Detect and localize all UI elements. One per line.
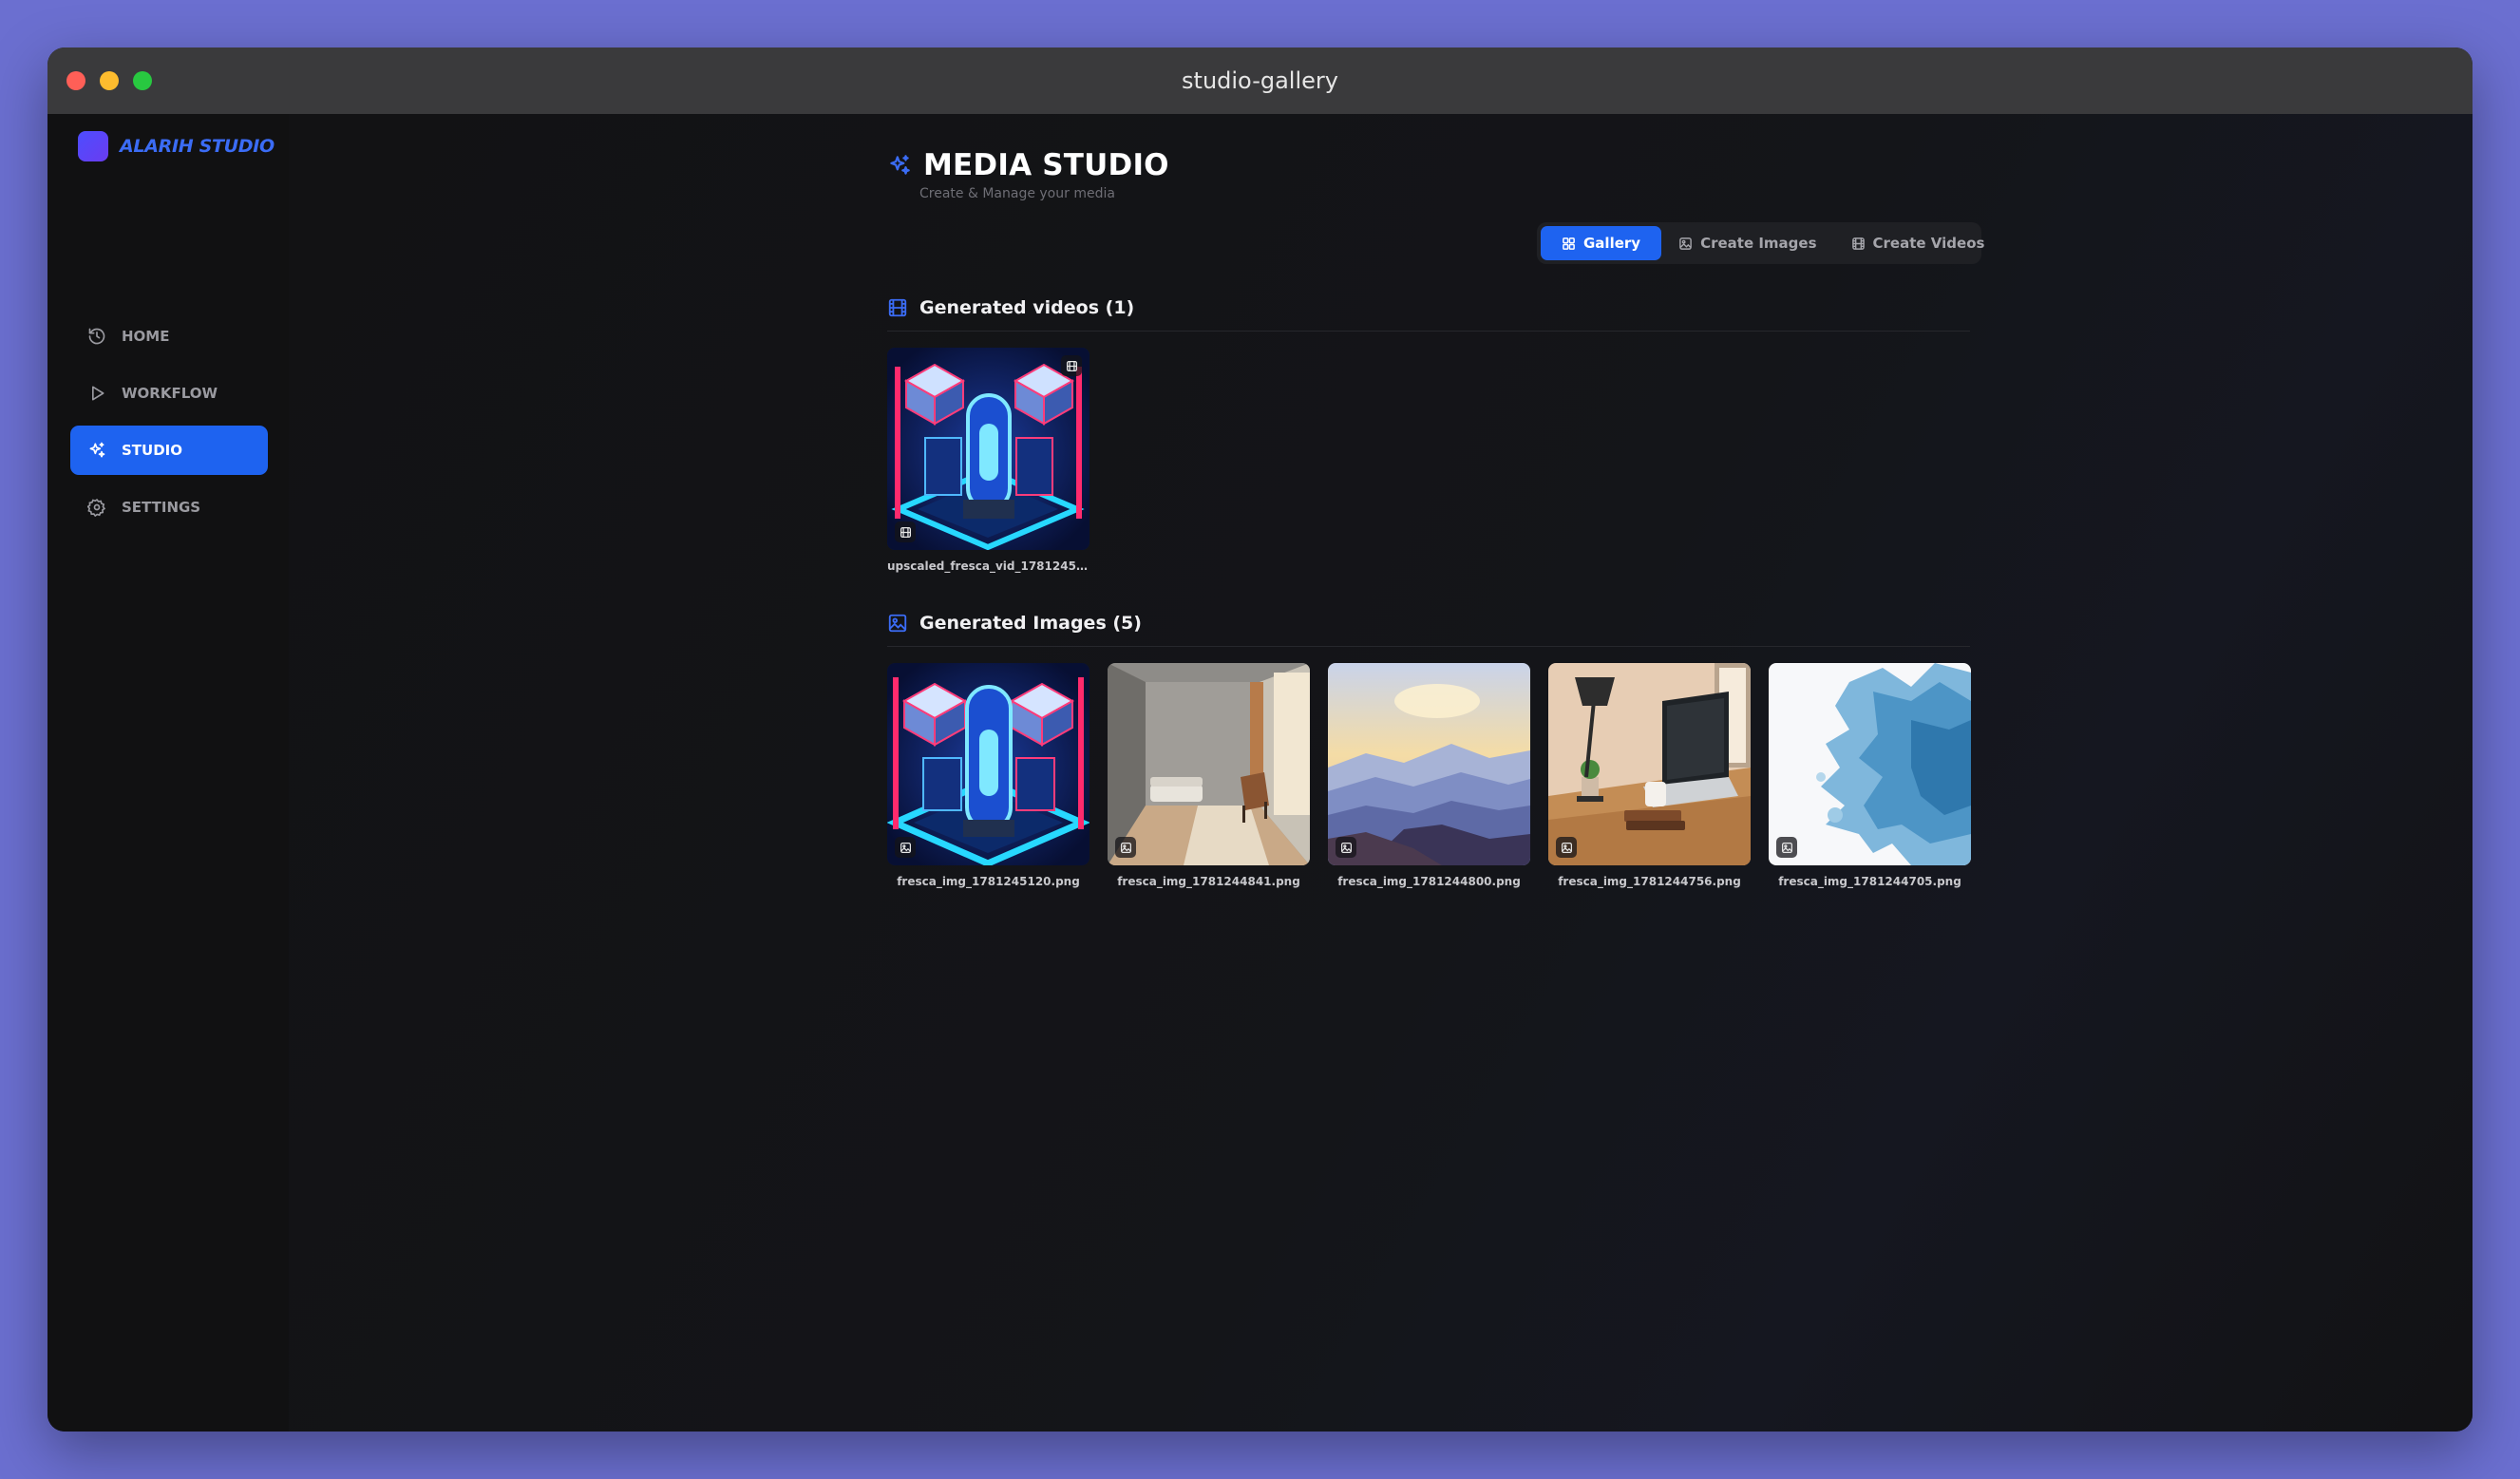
tab-gallery[interactable]: Gallery <box>1541 226 1662 260</box>
videos-section-title: Generated videos (1) <box>919 297 1135 318</box>
film-icon <box>1066 360 1077 371</box>
image-thumbnail[interactable] <box>1548 663 1751 865</box>
tab-label: Gallery <box>1583 235 1641 252</box>
video-badge <box>1061 355 1082 376</box>
image-icon <box>900 842 911 853</box>
image-type-badge <box>1556 837 1577 858</box>
images-section-header: Generated Images (5) <box>887 613 1142 634</box>
video-type-badge <box>895 521 916 542</box>
sidebar-item-studio[interactable]: STUDIO <box>70 426 268 475</box>
sidebar-item-settings[interactable]: SETTINGS <box>70 483 268 532</box>
brand-logo <box>78 131 108 161</box>
image-icon <box>888 614 907 633</box>
window-title: studio-gallery <box>1182 67 1338 94</box>
tab-label: Create Videos <box>1872 235 1985 252</box>
page-subtitle: Create & Manage your media <box>919 186 1115 201</box>
image-card[interactable]: fresca_img_1781244705.png <box>1769 663 1971 888</box>
page-title: MEDIA STUDIO <box>923 148 1169 182</box>
neon-server-artwork <box>887 348 1089 550</box>
video-filename: upscaled_fresca_vid_1781245295.... <box>887 559 1089 573</box>
brand[interactable]: ALARIH STUDIO <box>78 131 275 161</box>
image-card[interactable]: fresca_img_1781244841.png <box>1108 663 1310 888</box>
sparkles-icon <box>89 442 105 458</box>
grid-icon <box>1563 237 1575 250</box>
image-card[interactable]: fresca_img_1781244756.png <box>1548 663 1751 888</box>
history-icon <box>88 328 105 345</box>
minimize-window-button[interactable] <box>100 71 119 90</box>
maximize-window-button[interactable] <box>133 71 152 90</box>
brand-name: ALARIH STUDIO <box>120 136 275 157</box>
image-card[interactable]: fresca_img_1781244800.png <box>1328 663 1530 888</box>
videos-section-header: Generated videos (1) <box>887 297 1134 318</box>
sidebar-item-label: WORKFLOW <box>122 385 218 402</box>
image-icon <box>1679 237 1692 250</box>
image-icon <box>1781 842 1792 853</box>
image-type-badge <box>1115 837 1136 858</box>
section-divider <box>887 331 1970 332</box>
image-type-badge <box>895 837 916 858</box>
sparkles-icon <box>890 155 910 175</box>
image-type-badge <box>1776 837 1797 858</box>
image-thumbnail[interactable] <box>1328 663 1530 865</box>
close-window-button[interactable] <box>66 71 85 90</box>
tab-label: Create Images <box>1700 235 1817 252</box>
interior-room-artwork <box>1108 663 1310 865</box>
sidebar-item-home[interactable]: HOME <box>70 312 268 361</box>
image-thumbnail[interactable] <box>1108 663 1310 865</box>
play-icon <box>92 386 104 401</box>
image-filename: fresca_img_1781245120.png <box>897 875 1080 888</box>
tab-create-images[interactable]: Create Images <box>1661 226 1833 260</box>
images-section-title: Generated Images (5) <box>919 613 1142 634</box>
image-icon <box>1561 842 1572 853</box>
app-window: studio-gallery ALARIH STUDIO HOME WORKFL… <box>47 47 2473 1432</box>
image-filename: fresca_img_1781244756.png <box>1558 875 1741 888</box>
image-thumbnail[interactable] <box>887 663 1089 865</box>
section-divider <box>887 646 1970 647</box>
neon-server-artwork <box>887 663 1089 865</box>
window-controls <box>66 71 152 90</box>
mountain-sunset-artwork <box>1328 663 1530 865</box>
images-grid: fresca_img_1781245120.png fresca_img_178… <box>887 663 1971 888</box>
film-icon <box>888 298 907 317</box>
sidebar: ALARIH STUDIO HOME WORKFLOW STUDIO SETTI… <box>47 114 290 1432</box>
image-icon <box>1120 842 1131 853</box>
tab-create-videos[interactable]: Create Videos <box>1834 226 2002 260</box>
blue-watercolor-artwork <box>1769 663 1971 865</box>
sidebar-item-label: STUDIO <box>122 442 182 459</box>
image-icon <box>1340 842 1352 853</box>
view-tabs: Gallery Create Images Create Videos <box>1537 222 1984 264</box>
sidebar-item-label: HOME <box>122 328 170 345</box>
image-filename: fresca_img_1781244705.png <box>1778 875 1961 888</box>
film-icon <box>1851 237 1865 250</box>
image-thumbnail[interactable] <box>1769 663 1971 865</box>
image-type-badge <box>1336 837 1356 858</box>
main-content: MEDIA STUDIO Create & Manage your media … <box>289 114 2473 1432</box>
desk-laptop-artwork <box>1548 663 1751 865</box>
gear-icon <box>87 498 106 517</box>
image-filename: fresca_img_1781244841.png <box>1117 875 1300 888</box>
image-filename: fresca_img_1781244800.png <box>1337 875 1521 888</box>
videos-grid: upscaled_fresca_vid_1781245295.... <box>887 348 1089 573</box>
film-icon <box>900 526 911 538</box>
image-card[interactable]: fresca_img_1781245120.png <box>887 663 1089 888</box>
video-card[interactable]: upscaled_fresca_vid_1781245295.... <box>887 348 1089 573</box>
sidebar-item-label: SETTINGS <box>122 499 201 516</box>
video-thumbnail[interactable] <box>887 348 1089 550</box>
title-bar: studio-gallery <box>47 47 2473 114</box>
page-header: MEDIA STUDIO Create & Manage your media <box>887 148 1169 201</box>
sidebar-item-workflow[interactable]: WORKFLOW <box>70 369 268 418</box>
sidebar-nav: HOME WORKFLOW STUDIO SETTINGS <box>70 312 268 540</box>
